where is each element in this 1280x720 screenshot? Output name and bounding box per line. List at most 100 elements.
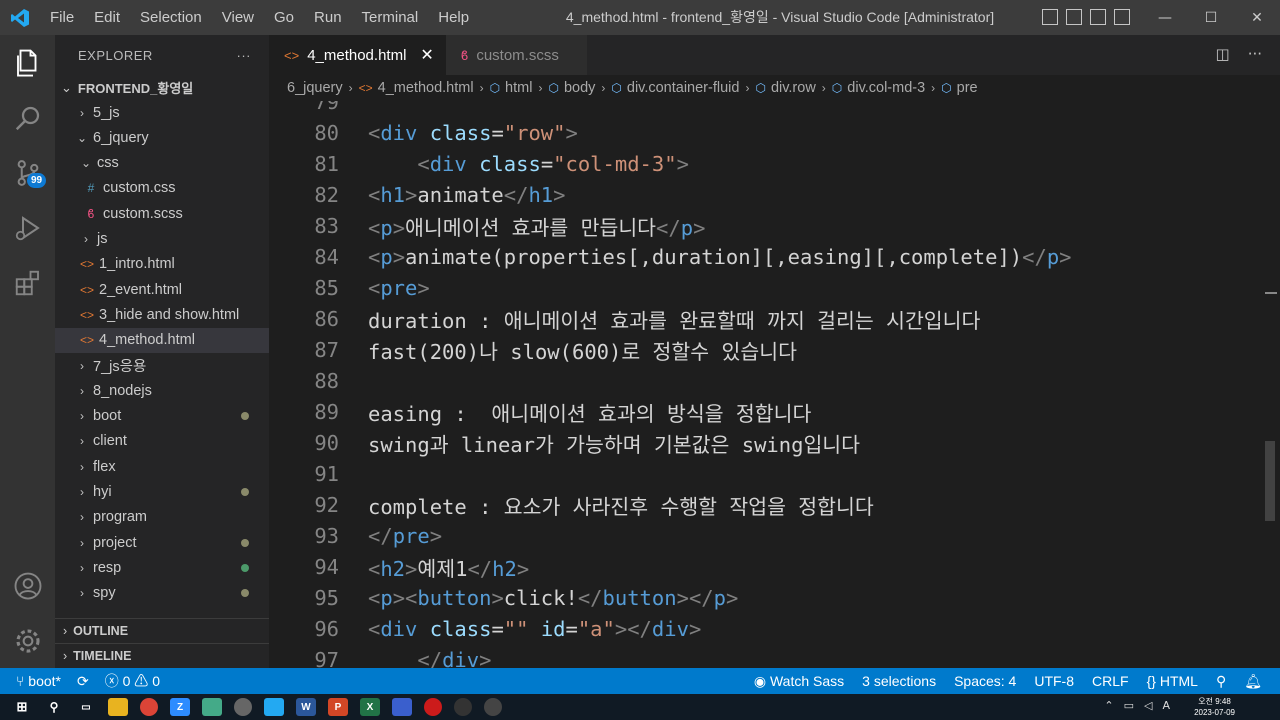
toggle-panel-icon[interactable] [1066,9,1082,25]
file-item[interactable]: ϐ custom.scss [55,201,269,226]
breadcrumb-item[interactable]: div.col-md-3 [847,80,925,96]
search-icon[interactable]: ⚲ [44,698,64,716]
source-control-icon[interactable] [0,145,55,200]
code-line[interactable]: 84 <p>animate(properties[,duration][,easi… [269,241,1259,272]
code-line[interactable]: 82 <h1>animate</h1> [269,179,1259,210]
outline-section[interactable]: › OUTLINE [55,618,269,643]
language-mode[interactable]: {} HTML [1147,673,1198,689]
menu-terminal[interactable]: Terminal [352,0,429,35]
sync-icon[interactable]: ⟳ [77,673,89,690]
file-explorer-icon[interactable] [108,698,128,716]
network-icon[interactable]: ▭ [1124,699,1134,712]
code-line[interactable]: 88 [269,365,1259,396]
customize-layout-icon[interactable] [1114,9,1130,25]
folder-item[interactable]: › js [55,227,269,252]
workspace-root[interactable]: ⌄ FRONTEND_황영일 [55,75,269,100]
settings-gear-icon[interactable] [0,613,55,668]
maximize-button[interactable]: ☐ [1188,0,1234,35]
volume-icon[interactable]: ◁ [1144,699,1152,712]
folder-item[interactable]: › hyi [55,480,269,505]
zoom-icon[interactable]: Z [170,698,190,716]
code-line[interactable]: 92 complete : 요소가 사라진후 수행할 작업을 정합니다 [269,489,1259,520]
folder-item[interactable]: ⌄ 6_jquery [55,125,269,150]
code-line[interactable]: 80 <div class="row"> [269,117,1259,148]
app-icon[interactable] [234,698,252,716]
app-icon[interactable] [392,698,412,716]
problems-indicator[interactable]: ⓧ 0 ⚠ 0 [105,671,160,691]
app-icon[interactable] [484,698,502,716]
menu-go[interactable]: Go [264,0,304,35]
breadcrumb-item[interactable]: div.row [771,80,816,96]
menu-run[interactable]: Run [304,0,352,35]
word-icon[interactable]: W [296,698,316,716]
selections-indicator[interactable]: 3 selections [862,673,936,689]
watch-sass-button[interactable]: ◉ Watch Sass [754,673,844,690]
account-icon[interactable] [0,558,55,613]
breadcrumb-item[interactable]: pre [957,80,978,96]
eol-indicator[interactable]: CRLF [1092,673,1129,689]
toggle-secondary-sidebar-icon[interactable] [1090,9,1106,25]
app-icon[interactable] [202,698,222,716]
menu-view[interactable]: View [212,0,264,35]
indentation-indicator[interactable]: Spaces: 4 [954,673,1016,689]
more-actions-icon[interactable]: ··· [1248,45,1262,63]
file-item[interactable]: <> 3_hide and show.html [55,302,269,327]
code-line[interactable]: 91 [269,458,1259,489]
folder-item[interactable]: › boot [55,404,269,429]
run-debug-icon[interactable] [0,200,55,255]
file-item[interactable]: <> 4_method.html [55,327,269,353]
code-line[interactable]: 94 <h2>예제1</h2> [269,551,1259,582]
tab-custom-scss[interactable]: ϐ custom.scss [445,35,587,75]
more-actions-icon[interactable]: ··· [237,48,252,63]
close-window-button[interactable]: ✕ [1234,0,1280,35]
folder-item[interactable]: › 5_js [55,100,269,125]
language-icon[interactable]: A [1162,699,1170,712]
chevron-up-icon[interactable]: ⌃ [1104,699,1113,712]
folder-item[interactable]: › resp [55,555,269,580]
menu-selection[interactable]: Selection [130,0,212,35]
code-line[interactable]: 95 <p><button>click!</button></p> [269,582,1259,613]
vscode-icon[interactable] [264,698,284,716]
folder-item[interactable]: ⌄ css [55,151,269,176]
close-icon[interactable]: ✕ [420,45,433,65]
breadcrumb-item[interactable]: body [564,80,595,96]
menu-file[interactable]: File [40,0,84,35]
start-icon[interactable]: ⊞ [12,698,32,716]
editor-scrollbar[interactable] [1265,441,1275,521]
menu-help[interactable]: Help [428,0,479,35]
timeline-section[interactable]: › TIMELINE [55,643,269,668]
feedback-icon[interactable]: ⚲ [1216,673,1226,690]
breadcrumb-item[interactable]: 4_method.html [378,80,474,96]
opera-icon[interactable] [424,698,442,716]
file-item[interactable]: <> 2_event.html [55,277,269,302]
app-icon[interactable] [454,698,472,716]
folder-item[interactable]: › 8_nodejs [55,378,269,403]
code-line[interactable]: 81 <div class="col-md-3"> [269,148,1259,179]
file-item[interactable]: <> 1_intro.html [55,252,269,277]
encoding-indicator[interactable]: UTF-8 [1034,673,1074,689]
breadcrumb-item[interactable]: html [505,80,532,96]
code-line[interactable]: 90 swing과 linear가 가능하며 기본값은 swing입니다 [269,427,1259,458]
folder-item[interactable]: › flex [55,454,269,479]
file-item[interactable]: # custom.css [55,176,269,201]
search-icon[interactable] [0,90,55,145]
folder-item[interactable]: › project [55,530,269,555]
code-line[interactable]: 79 [269,101,1259,117]
code-line[interactable]: 96 <div class="" id="a"></div> [269,613,1259,644]
code-line[interactable]: 83 <p>애니메이션 효과를 만듭니다</p> [269,210,1259,241]
task-view-icon[interactable]: ▭ [76,698,96,716]
menu-edit[interactable]: Edit [84,0,130,35]
code-line[interactable]: 85 <pre> [269,272,1259,303]
chrome-icon[interactable] [140,698,158,716]
folder-item[interactable]: › program [55,505,269,530]
git-branch[interactable]: ⑂ boot* [16,673,61,689]
breadcrumb-item[interactable]: 6_jquery [287,80,343,96]
folder-item[interactable]: › 7_js응용 [55,353,269,378]
split-editor-icon[interactable]: ◫ [1216,45,1230,63]
notifications-bell-icon[interactable]: 🔔︎ [1244,673,1262,690]
code-line[interactable]: 86 duration : 애니메이션 효과를 완료할때 까지 걸리는 시간입니다 [269,303,1259,334]
folder-item[interactable]: › client [55,429,269,454]
powerpoint-icon[interactable]: P [328,698,348,716]
tab-4-method-html[interactable]: <> 4_method.html ✕ [269,35,446,75]
minimize-button[interactable]: — [1142,0,1188,35]
